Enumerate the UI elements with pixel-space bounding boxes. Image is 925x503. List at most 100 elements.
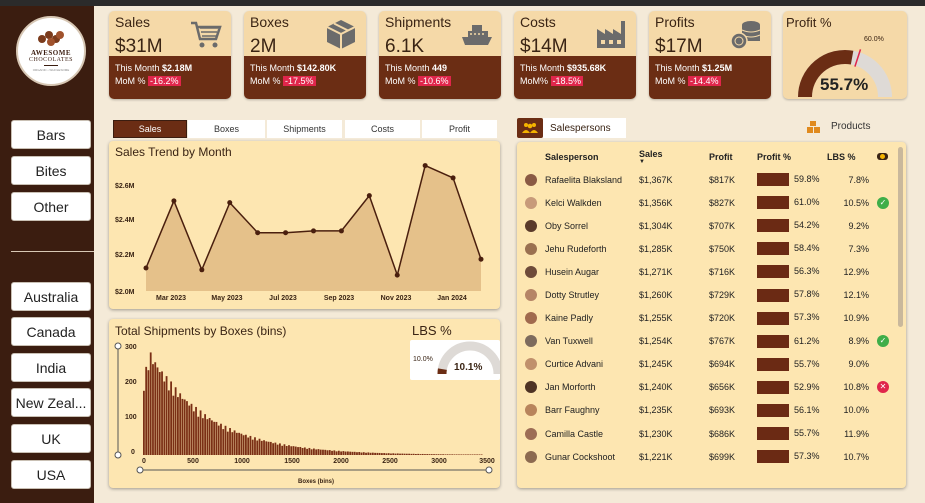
- trend-point[interactable]: [366, 193, 372, 199]
- table-row[interactable]: Jehu Rudeforth $1,285K $750K 58.4% 7.3%: [519, 237, 903, 260]
- histogram-bar[interactable]: [195, 406, 197, 455]
- histogram-bar[interactable]: [383, 453, 386, 455]
- histogram-bar[interactable]: [328, 450, 331, 455]
- histogram-bar[interactable]: [430, 454, 433, 455]
- trend-point[interactable]: [394, 272, 400, 278]
- histogram-bar[interactable]: [145, 366, 148, 455]
- histogram-bar[interactable]: [211, 420, 213, 455]
- trend-point[interactable]: [338, 228, 344, 234]
- histogram-bar[interactable]: [201, 418, 204, 455]
- histogram-bar[interactable]: [220, 423, 222, 455]
- y-range-slider-handle[interactable]: [114, 451, 122, 459]
- histogram-bar[interactable]: [415, 454, 417, 455]
- histogram-bar[interactable]: [410, 453, 413, 455]
- histogram-bar[interactable]: [376, 452, 379, 455]
- histogram-bar[interactable]: [245, 434, 247, 455]
- histogram-bar[interactable]: [405, 453, 408, 455]
- histogram-bar[interactable]: [224, 425, 227, 455]
- histogram-bar[interactable]: [390, 453, 392, 455]
- histogram-bar[interactable]: [158, 372, 161, 455]
- histogram-bar[interactable]: [269, 441, 272, 455]
- filter-australia-button[interactable]: Australia: [11, 282, 91, 311]
- histogram-bar[interactable]: [231, 432, 234, 455]
- tab-costs[interactable]: Costs: [345, 120, 420, 138]
- histogram-bar[interactable]: [476, 454, 479, 456]
- histogram-bar[interactable]: [206, 419, 209, 455]
- histogram-bar[interactable]: [331, 450, 333, 455]
- histogram-bar[interactable]: [149, 352, 152, 455]
- histogram-bar[interactable]: [446, 454, 449, 455]
- filter-other-button[interactable]: Other: [11, 192, 91, 221]
- histogram-bar[interactable]: [394, 453, 397, 455]
- histogram-bar[interactable]: [143, 390, 145, 455]
- histogram-bar[interactable]: [301, 448, 304, 455]
- histogram-bar[interactable]: [460, 454, 463, 456]
- histogram-bar[interactable]: [478, 454, 481, 456]
- histogram-bar[interactable]: [186, 401, 188, 455]
- histogram-bar[interactable]: [344, 451, 347, 455]
- table-row[interactable]: Rafaelita Blaksland $1,367K $817K 59.8% 7.8%: [519, 168, 903, 191]
- histogram-bar[interactable]: [190, 403, 193, 455]
- histogram-bar[interactable]: [154, 362, 157, 455]
- histogram-bar[interactable]: [242, 435, 245, 455]
- tab-shipments[interactable]: Shipments: [267, 120, 342, 138]
- histogram-bar[interactable]: [256, 440, 259, 456]
- histogram-bar[interactable]: [337, 450, 340, 455]
- table-row[interactable]: Oby Sorrel $1,304K $707K 54.2% 9.2%: [519, 214, 903, 237]
- tab-sales[interactable]: Sales: [113, 120, 187, 138]
- histogram-bar[interactable]: [249, 435, 252, 455]
- histogram-bar[interactable]: [392, 453, 395, 455]
- histogram-bar[interactable]: [240, 433, 243, 455]
- histogram-bar[interactable]: [324, 449, 327, 455]
- histogram-bar[interactable]: [313, 448, 315, 455]
- table-scrollbar[interactable]: [898, 147, 903, 327]
- histogram-bar[interactable]: [326, 450, 329, 455]
- histogram-bar[interactable]: [213, 421, 216, 455]
- histogram-bar[interactable]: [174, 387, 177, 455]
- histogram-bar[interactable]: [433, 454, 435, 455]
- histogram-bar[interactable]: [462, 454, 465, 456]
- histogram-bar[interactable]: [292, 446, 295, 455]
- histogram-bar[interactable]: [222, 429, 225, 455]
- histogram-bar[interactable]: [147, 370, 150, 455]
- histogram-bar[interactable]: [437, 454, 440, 455]
- histogram-bar[interactable]: [444, 454, 447, 455]
- tab-products[interactable]: Products: [831, 121, 870, 132]
- histogram-bar[interactable]: [267, 441, 270, 455]
- histogram-bar[interactable]: [426, 454, 429, 455]
- table-row[interactable]: Husein Augar $1,271K $716K 56.3% 12.9%: [519, 260, 903, 283]
- table-row[interactable]: Kaine Padly $1,255K $720K 57.3% 10.9%: [519, 307, 903, 330]
- histogram-bar[interactable]: [467, 454, 469, 456]
- filter-canada-button[interactable]: Canada: [11, 317, 91, 346]
- table-row[interactable]: Camilla Castle $1,230K $686K 55.7% 11.9%: [519, 422, 903, 445]
- histogram-bar[interactable]: [401, 453, 404, 455]
- table-row[interactable]: Gunar Cockshoot $1,221K $699K 57.3% 10.7%: [519, 445, 903, 468]
- trend-point[interactable]: [311, 228, 316, 234]
- histogram-bar[interactable]: [263, 440, 265, 455]
- histogram-bar[interactable]: [233, 430, 236, 455]
- histogram-bar[interactable]: [362, 452, 365, 455]
- histogram-bar[interactable]: [396, 453, 399, 455]
- histogram-bar[interactable]: [258, 438, 261, 455]
- histogram-bar[interactable]: [317, 449, 320, 455]
- histogram-bar[interactable]: [421, 453, 424, 455]
- y-range-slider-handle[interactable]: [114, 342, 122, 350]
- histogram-bar[interactable]: [455, 454, 458, 455]
- x-range-slider-handle[interactable]: [136, 466, 144, 474]
- histogram-bar[interactable]: [204, 414, 207, 455]
- histogram-bar[interactable]: [238, 432, 241, 455]
- histogram-bar[interactable]: [351, 451, 354, 455]
- header-profit-pct[interactable]: Profit %: [757, 146, 827, 168]
- histogram-bar[interactable]: [333, 450, 336, 455]
- histogram-bar[interactable]: [179, 393, 182, 455]
- histogram-bar[interactable]: [177, 397, 179, 455]
- histogram-bar[interactable]: [347, 451, 349, 455]
- histogram-bar[interactable]: [458, 454, 460, 456]
- header-lbs-pct[interactable]: LBS %: [827, 146, 877, 168]
- histogram-bar[interactable]: [217, 425, 220, 455]
- histogram-bar[interactable]: [464, 454, 467, 456]
- histogram-bar[interactable]: [165, 376, 168, 455]
- histogram-bar[interactable]: [163, 381, 166, 455]
- histogram-bar[interactable]: [319, 449, 322, 455]
- histogram-bar[interactable]: [442, 454, 445, 455]
